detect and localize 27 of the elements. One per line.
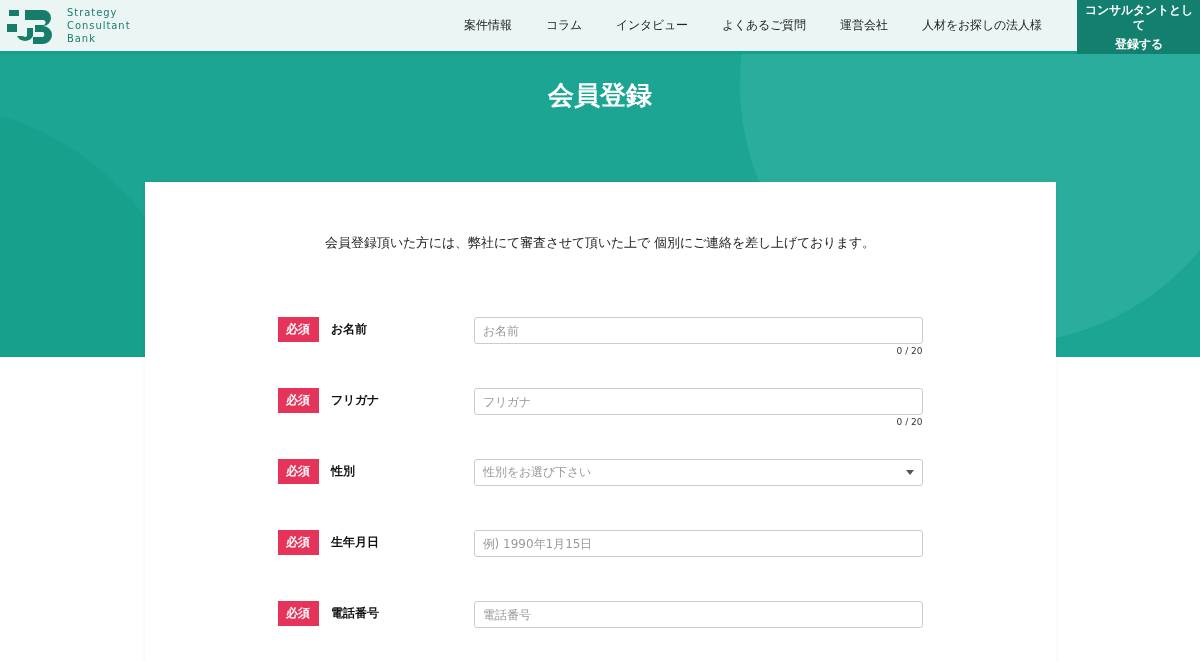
nav-link[interactable]: よくあるご質問 — [705, 17, 823, 34]
input-field[interactable]: お名前 — [473, 317, 923, 344]
field-label: フリガナ — [330, 392, 379, 409]
required-badge: 必須 — [277, 530, 319, 555]
logo-text: Strategy Consultant Bank — [67, 6, 131, 45]
required-badge: 必須 — [277, 317, 319, 342]
nav-link[interactable]: コラム — [529, 17, 599, 34]
nav-link[interactable]: インタビュー — [599, 17, 705, 34]
field-label: 生年月日 — [330, 534, 379, 551]
field-label: 性別 — [330, 463, 355, 480]
char-counter: 0 / 20 — [896, 346, 923, 356]
register-button[interactable]: コンサルタントとして 登録する — [1077, 0, 1200, 54]
char-counter: 0 / 20 — [896, 417, 923, 427]
nav-link[interactable]: 案件情報 — [447, 17, 529, 34]
page-title: 会員登録 — [547, 79, 653, 112]
required-badge: 必須 — [277, 601, 319, 626]
caret-icon — [905, 470, 914, 475]
field-label: 電話番号 — [330, 605, 379, 622]
field-label: お名前 — [330, 321, 367, 338]
required-badge: 必須 — [277, 388, 319, 413]
input-field[interactable]: 例) 1990年1月15日 — [473, 530, 923, 557]
nav-link[interactable]: 運営会社 — [823, 17, 905, 34]
input-field[interactable]: フリガナ — [473, 388, 923, 415]
intro-text: 会員登録頂いた方には、弊社にて審査させて頂いた上で 個別にご連絡を差し上げております。 — [324, 234, 876, 252]
input-field[interactable]: 電話番号 — [473, 601, 923, 628]
required-badge: 必須 — [277, 459, 319, 484]
nav-link[interactable]: 人材をお探しの法人様 — [905, 17, 1059, 34]
